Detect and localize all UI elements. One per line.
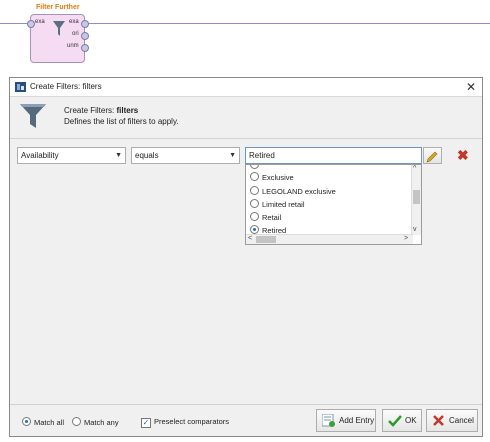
footer-divider	[10, 404, 482, 405]
option-label: Retail	[262, 213, 282, 222]
vertical-scrollbar[interactable]: ^ v	[411, 165, 421, 235]
match-any-label: Match any	[84, 418, 119, 427]
radio-selected-icon[interactable]	[22, 417, 31, 426]
value-input-text: Retired	[249, 151, 275, 160]
list-item[interactable]: Limited retail	[250, 198, 305, 211]
scroll-up-icon[interactable]: ^	[413, 165, 416, 173]
preselect-comparators-checkbox[interactable]: ✓ Preselect comparators	[141, 417, 229, 428]
preselect-label: Preselect comparators	[154, 417, 230, 426]
edit-value-button[interactable]	[423, 147, 442, 164]
cancel-icon	[433, 415, 444, 426]
output-port-ori[interactable]	[81, 32, 89, 40]
option-label: Exclusive	[262, 173, 294, 182]
close-icon[interactable]: ✕	[466, 80, 476, 94]
list-item[interactable]: Retail	[250, 211, 281, 224]
output-port-exa[interactable]	[81, 20, 89, 28]
list-item[interactable]: LEGOLAND exclusive	[250, 185, 336, 198]
match-all-label: Match all	[34, 418, 65, 427]
value-dropdown-list[interactable]: Exclusive LEGOLAND exclusive Limited ret…	[245, 164, 422, 245]
check-icon	[388, 415, 402, 427]
match-all-radio[interactable]: Match all	[22, 417, 64, 427]
add-entry-label: Add Entry	[339, 416, 375, 425]
cancel-button[interactable]: Cancel	[426, 409, 478, 432]
funnel-icon	[20, 104, 46, 128]
radio-icon[interactable]	[250, 212, 259, 221]
header-divider	[10, 138, 482, 139]
list-item[interactable]: Exclusive	[250, 171, 294, 184]
match-any-radio[interactable]: Match any	[72, 417, 119, 427]
app-icon	[15, 82, 26, 92]
cancel-label: Cancel	[449, 416, 474, 425]
radio-icon[interactable]	[250, 199, 259, 208]
chevron-down-icon: ▼	[115, 152, 122, 159]
dialog-title: Create Filters: filters	[30, 82, 102, 91]
output-port-unm[interactable]	[81, 44, 89, 52]
radio-icon[interactable]	[250, 186, 259, 195]
add-entry-button[interactable]: Add Entry	[316, 409, 376, 432]
output-port-label-exa: exa	[69, 19, 79, 25]
ok-button[interactable]: OK	[382, 409, 422, 432]
add-entry-icon	[322, 414, 335, 427]
output-port-label-unm: unm	[67, 43, 79, 49]
scroll-right-icon[interactable]: >	[404, 235, 408, 243]
option-label: Limited retail	[262, 200, 305, 209]
dialog-titlebar[interactable]: Create Filters: filters ✕	[10, 78, 482, 97]
create-filters-dialog: Create Filters: filters ✕ Create Filters…	[9, 77, 483, 437]
radio-icon	[250, 165, 259, 169]
radio-icon[interactable]	[72, 417, 81, 426]
operator-select[interactable]: equals ▼	[131, 147, 240, 164]
attribute-select[interactable]: Availability ▼	[17, 147, 126, 164]
delete-filter-button[interactable]: ✖	[457, 148, 469, 162]
chevron-down-icon: ▼	[229, 152, 236, 159]
operator-title[interactable]: Filter Further	[36, 4, 80, 11]
horizontal-scrollbar[interactable]: < >	[246, 234, 413, 244]
attribute-select-value: Availability	[21, 151, 59, 160]
pencil-icon	[426, 151, 438, 163]
funnel-icon	[53, 21, 65, 36]
value-input[interactable]: Retired	[245, 147, 422, 164]
scroll-left-icon[interactable]: <	[248, 235, 252, 243]
radio-icon[interactable]	[250, 172, 259, 181]
dialog-header-title: Create Filters: filters	[64, 106, 138, 115]
operator-select-value: equals	[135, 151, 159, 160]
input-port-label: exa	[35, 19, 45, 25]
dialog-description: Defines the list of filters to apply.	[64, 117, 179, 126]
dialog-header-prefix: Create Filters:	[64, 106, 117, 115]
dialog-header-bold: filters	[116, 106, 139, 115]
scrollbar-thumb[interactable]	[256, 236, 276, 243]
radio-selected-icon[interactable]	[250, 225, 259, 234]
output-port-label-ori: ori	[72, 31, 79, 37]
option-label: LEGOLAND exclusive	[262, 187, 336, 196]
ok-label: OK	[405, 416, 417, 425]
filter-operator[interactable]: exa exa ori unm	[27, 14, 89, 63]
scroll-down-icon[interactable]: v	[413, 226, 417, 234]
checkmark-icon[interactable]: ✓	[141, 418, 151, 428]
input-port-exa[interactable]	[27, 20, 35, 28]
scrollbar-thumb[interactable]	[413, 190, 420, 204]
